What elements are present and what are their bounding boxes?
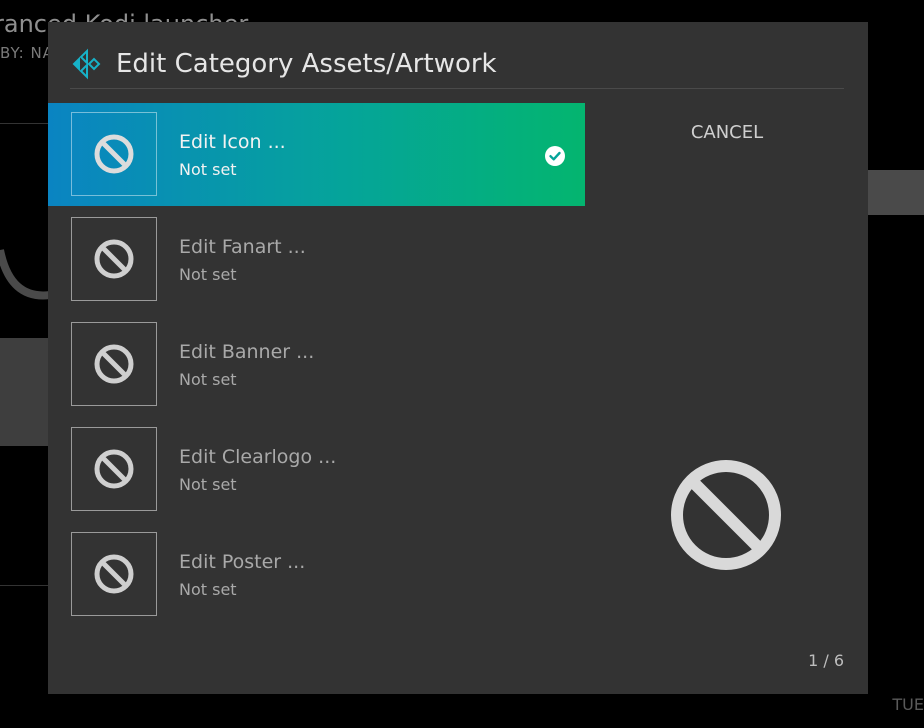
not-set-icon: [94, 239, 134, 279]
item-value: Not set: [179, 160, 237, 179]
dialog-title: Edit Category Assets/Artwork: [116, 49, 497, 79]
dialog-header: Edit Category Assets/Artwork: [70, 44, 497, 84]
item-label: Edit Icon ...: [179, 131, 286, 153]
item-label: Edit Banner ...: [179, 341, 315, 363]
list-item-icon[interactable]: Edit Icon ... Not set: [48, 103, 585, 206]
asset-list: Edit Icon ... Not set Edit Fanart ... No…: [48, 103, 585, 628]
item-value: Not set: [179, 475, 237, 494]
header-divider: [70, 88, 844, 89]
cancel-button[interactable]: CANCEL: [648, 118, 806, 148]
item-label: Edit Poster ...: [179, 551, 306, 573]
asset-thumbnail: [71, 427, 157, 511]
list-item-poster[interactable]: Edit Poster ... Not set: [48, 523, 585, 626]
list-item-banner[interactable]: Edit Banner ... Not set: [48, 313, 585, 416]
item-label: Edit Clearlogo ...: [179, 446, 337, 468]
kodi-logo-icon: [72, 48, 101, 80]
list-item-fanart[interactable]: Edit Fanart ... Not set: [48, 208, 585, 311]
background-decoration: [0, 249, 50, 300]
item-counter: 1 / 6: [808, 651, 844, 670]
item-label: Edit Fanart ...: [179, 236, 306, 258]
not-set-icon: [94, 449, 134, 489]
asset-thumbnail: [71, 532, 157, 616]
asset-thumbnail: [71, 322, 157, 406]
edit-assets-dialog: Edit Category Assets/Artwork Edit Icon .…: [48, 22, 868, 694]
not-set-icon: [94, 134, 134, 174]
asset-thumbnail: [71, 112, 157, 196]
preview-not-set-icon: [671, 460, 781, 570]
background-clock-day: TUE: [892, 695, 924, 714]
item-value: Not set: [179, 580, 237, 599]
background-app-subtitle: BY: NA: [0, 44, 54, 62]
asset-thumbnail: [71, 217, 157, 301]
item-value: Not set: [179, 370, 237, 389]
background-bar: [860, 170, 924, 215]
check-circle-icon: [545, 146, 565, 166]
item-value: Not set: [179, 265, 237, 284]
list-item-clearlogo[interactable]: Edit Clearlogo ... Not set: [48, 418, 585, 521]
not-set-icon: [94, 554, 134, 594]
not-set-icon: [94, 344, 134, 384]
